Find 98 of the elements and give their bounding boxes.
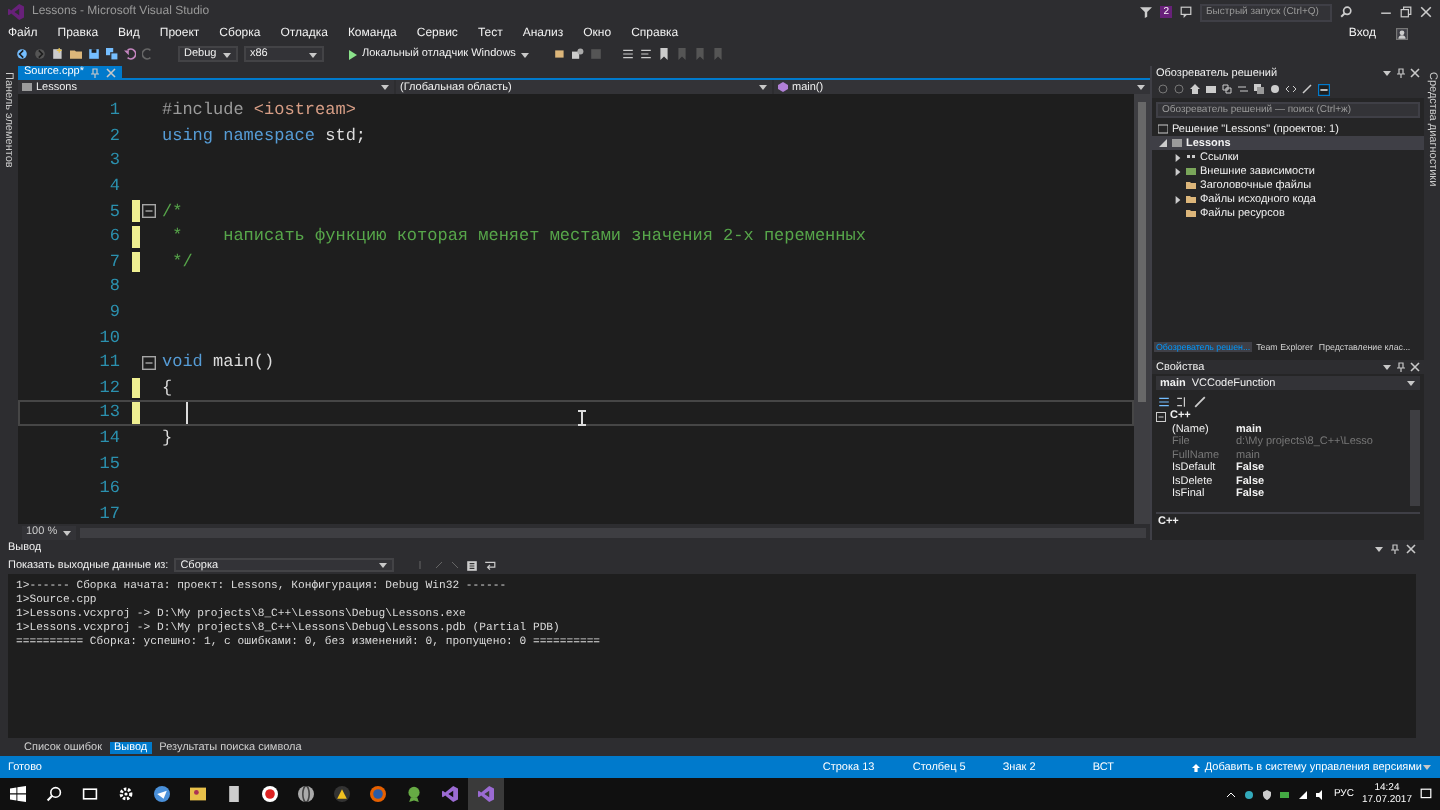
vertical-scrollbar[interactable] [1410, 410, 1420, 506]
close-icon[interactable] [1410, 68, 1420, 78]
ibeam-cursor-icon [578, 410, 586, 426]
triangle-icon[interactable] [334, 786, 350, 802]
line-number: 6 [107, 226, 122, 247]
line-number: 9 [107, 302, 122, 323]
line-number: 12 [97, 377, 122, 398]
line-number: 5 [107, 201, 122, 222]
line-number: 11 [97, 352, 122, 373]
undo-icon[interactable] [124, 48, 136, 60]
expand-icon[interactable] [1173, 167, 1181, 175]
pin-icon[interactable] [1396, 68, 1406, 78]
minus-icon[interactable] [1318, 83, 1330, 95]
line-number: 2 [107, 125, 122, 146]
minimize-icon[interactable] [1380, 6, 1392, 18]
line-number: 7 [107, 251, 122, 272]
line-number: 1 [107, 100, 122, 121]
code-line: #include <iostream> [160, 100, 356, 121]
collapse-all-icon[interactable] [1254, 84, 1264, 94]
medal-icon[interactable] [406, 786, 422, 802]
pending-changes-icon[interactable] [1222, 84, 1232, 94]
pin-icon[interactable] [1390, 543, 1400, 553]
vs-logo-icon [8, 4, 24, 20]
categorized-icon[interactable] [1158, 395, 1170, 407]
image-viewer-icon[interactable] [190, 786, 206, 802]
bookmark-icon[interactable] [657, 48, 670, 60]
caret-icon [308, 49, 318, 59]
line-number: 10 [97, 327, 122, 348]
comment-icon[interactable] [621, 48, 634, 60]
line-number: 17 [97, 503, 122, 524]
close-icon[interactable] [1410, 362, 1420, 372]
caret-icon [378, 560, 389, 570]
chevron-up-icon[interactable] [1225, 789, 1236, 799]
pin-icon[interactable] [1396, 362, 1406, 372]
code-line: */ [170, 251, 193, 272]
word-wrap-icon[interactable] [484, 559, 497, 571]
breakpoint-window-icon[interactable] [571, 48, 584, 60]
feedback-icon[interactable] [1180, 6, 1192, 18]
line-number: 4 [107, 176, 122, 197]
save-icon[interactable] [88, 48, 100, 60]
collapse-icon[interactable] [1156, 411, 1166, 422]
line-number: 15 [97, 453, 122, 474]
task-view-icon[interactable] [82, 786, 98, 802]
home-icon[interactable] [1190, 84, 1200, 94]
alphabetical-icon[interactable] [1176, 395, 1188, 407]
code-line: void main() [160, 352, 275, 373]
windows-icon[interactable] [10, 786, 26, 802]
search-icon[interactable] [1340, 6, 1352, 18]
preview-icon[interactable] [1286, 84, 1296, 94]
references-icon [1186, 152, 1196, 162]
gear-icon[interactable] [118, 786, 134, 802]
restore-icon[interactable] [1400, 6, 1412, 18]
speaker-icon[interactable] [1315, 789, 1326, 799]
code-line: { [160, 377, 173, 398]
caret-icon [1406, 378, 1416, 388]
code-line: } [160, 428, 173, 449]
expanded-icon [1158, 138, 1168, 148]
new-project-icon[interactable] [52, 48, 64, 60]
line-number: 3 [107, 150, 122, 171]
paper-plane-icon[interactable] [154, 786, 170, 802]
vertical-scrollbar[interactable] [1134, 94, 1150, 524]
code-line: /* [160, 201, 183, 222]
infinity-icon[interactable] [478, 786, 494, 802]
filter-icon[interactable] [1140, 6, 1153, 18]
caret-icon [519, 49, 530, 59]
close-icon[interactable] [1420, 6, 1432, 18]
shield-icon[interactable] [1261, 789, 1272, 799]
caret-icon [222, 49, 232, 59]
globe-icon[interactable] [298, 786, 314, 802]
expand-icon[interactable] [1173, 195, 1181, 203]
redo-icon[interactable] [142, 48, 154, 60]
document-icon[interactable] [226, 786, 242, 802]
collapse-icon[interactable] [141, 204, 155, 219]
save-all-icon[interactable] [106, 48, 118, 60]
line-number: 8 [107, 276, 122, 297]
code-line: using namespace std; [160, 125, 367, 146]
code-line: * написать функцию которая меняет местами значения 2-х переменных [170, 226, 866, 247]
line-number: 13 [97, 402, 122, 423]
battery-icon[interactable] [1279, 789, 1290, 799]
text-cursor [186, 401, 188, 424]
search-icon[interactable] [46, 786, 62, 802]
open-folder-icon[interactable] [70, 48, 82, 60]
dependencies-icon [1186, 166, 1196, 176]
close-icon[interactable] [1406, 543, 1416, 553]
horizontal-scrollbar[interactable] [79, 527, 1146, 537]
play-icon [348, 49, 358, 59]
uncomment-icon[interactable] [639, 48, 652, 60]
caret-icon[interactable] [1382, 362, 1392, 372]
network-icon[interactable] [1297, 789, 1308, 799]
record-icon[interactable] [262, 786, 278, 802]
collapse-icon[interactable] [141, 355, 155, 370]
notifications-icon[interactable] [1420, 788, 1432, 800]
infinity-icon[interactable] [442, 786, 458, 802]
up-arrow-icon [1192, 763, 1201, 771]
clear-all-icon[interactable] [466, 559, 479, 571]
line-number: 14 [97, 428, 122, 449]
line-number: 16 [97, 478, 122, 499]
account-icon[interactable] [1396, 27, 1408, 39]
